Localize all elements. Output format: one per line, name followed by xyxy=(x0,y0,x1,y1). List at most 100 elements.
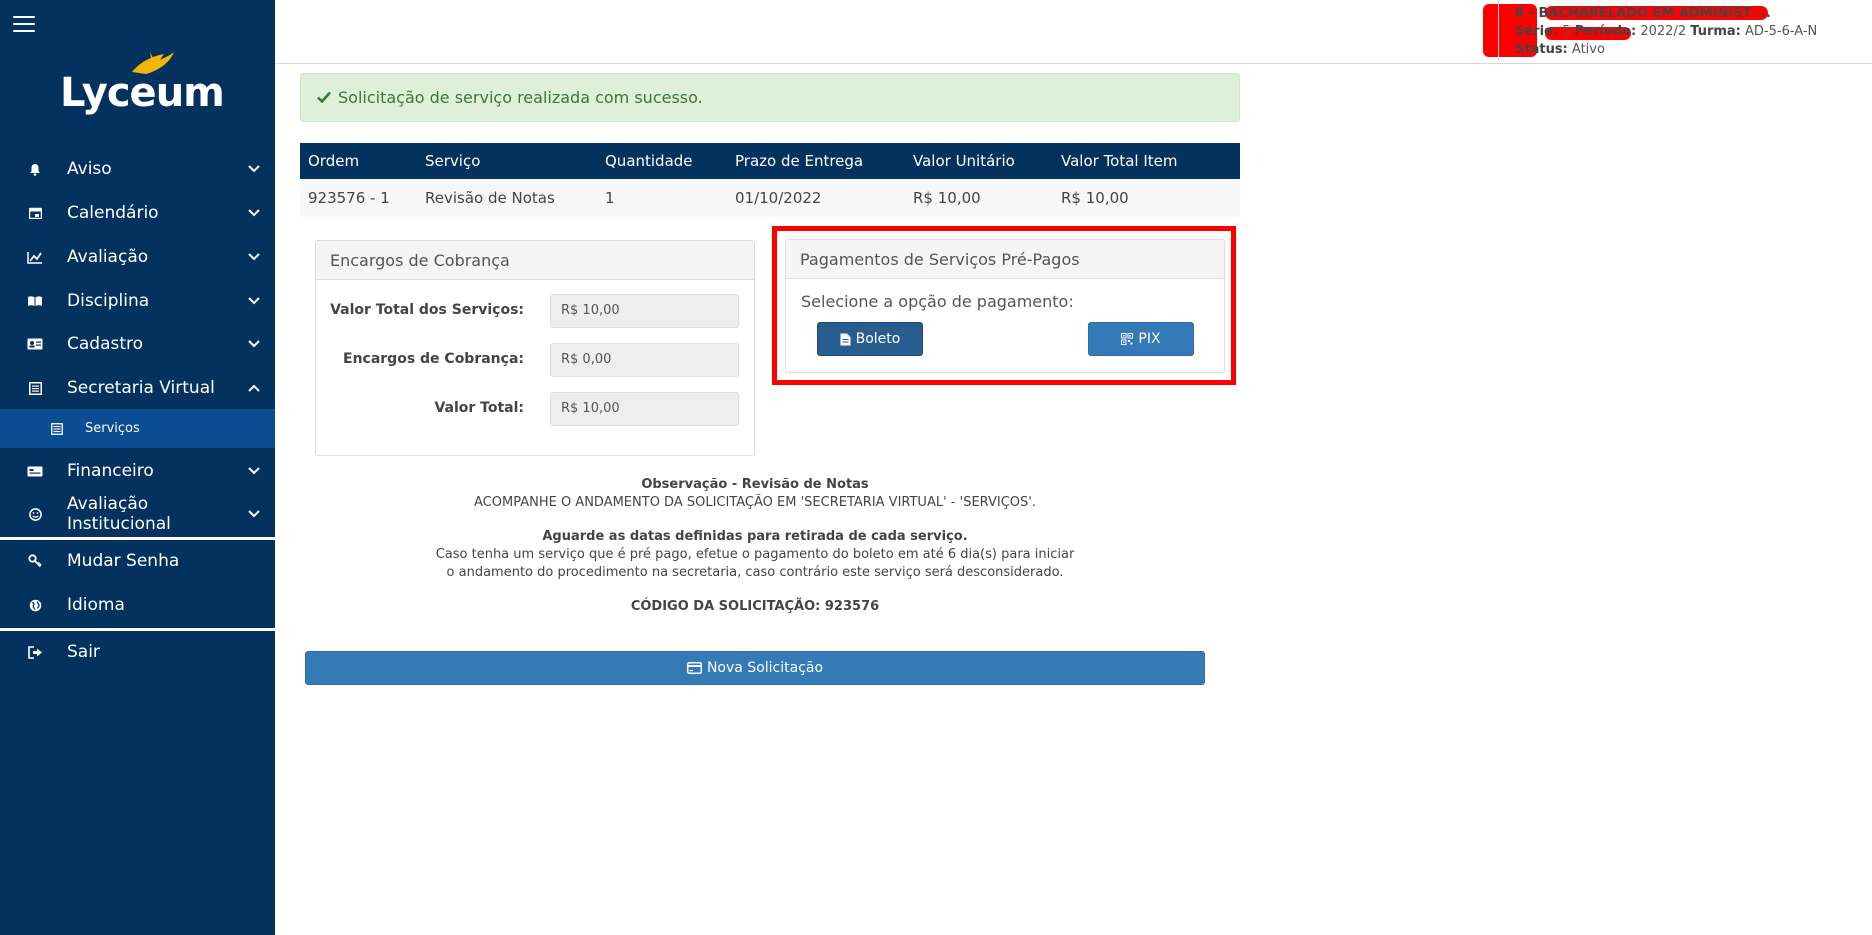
lyceum-logo[interactable]: Lyceum xyxy=(60,50,225,130)
chevron-down-icon xyxy=(247,250,261,264)
turma-label: Turma: xyxy=(1690,24,1741,39)
nova-solicitacao-button[interactable]: Nova Solicitação xyxy=(305,651,1205,685)
charge-label: Encargos de Cobrança: xyxy=(343,351,524,367)
hamburger-menu-icon[interactable] xyxy=(13,16,35,34)
chevron-down-icon xyxy=(247,162,261,176)
chevron-down-icon xyxy=(247,464,261,478)
file-icon xyxy=(840,333,851,345)
charge-row-valor-total: Valor Total: R$ 10,00 xyxy=(316,392,756,426)
sidebar-item-label: Avaliação Institucional xyxy=(67,494,171,534)
column-header: Valor Unitário xyxy=(913,152,1015,170)
sidebar-item-label: Mudar Senha xyxy=(67,551,180,571)
sidebar-item-label: Secretaria Virtual xyxy=(67,378,215,398)
charge-value-field: R$ 10,00 xyxy=(550,294,739,328)
course-name: 8 - BACHARELADO EM ADMINIST ... xyxy=(1515,6,1771,21)
chevron-up-icon xyxy=(247,381,261,395)
sidebar-item-label: Disciplina xyxy=(67,291,150,311)
sidebar-item-aviso[interactable]: Aviso xyxy=(0,149,275,189)
sidebar-subitem-servicos[interactable]: Serviços xyxy=(0,409,275,448)
column-header: Quantidade xyxy=(605,152,693,170)
nova-solicitacao-label: Nova Solicitação xyxy=(706,660,824,676)
observation-text: ACOMPANHE O ANDAMENTO DA SOLICITAÇÃO EM … xyxy=(474,495,1036,510)
column-header: Ordem xyxy=(308,152,360,170)
payment-prompt: Selecione a opção de pagamento: xyxy=(801,292,1074,311)
chevron-down-icon xyxy=(247,294,261,308)
pix-button[interactable]: PIX xyxy=(1088,322,1194,356)
chevron-down-icon xyxy=(247,206,261,220)
sidebar-item-calendario[interactable]: Calendário xyxy=(0,193,275,233)
sidebar-item-label: Aviso xyxy=(67,159,112,179)
sign-out-icon xyxy=(27,644,43,660)
sidebar-item-disciplina[interactable]: Disciplina xyxy=(0,281,275,321)
chevron-down-icon xyxy=(247,337,261,351)
sidebar-item-financeiro[interactable]: Financeiro xyxy=(0,451,275,491)
sidebar-item-mudar-senha[interactable]: Mudar Senha xyxy=(0,541,275,581)
sidebar-item-avaliacao[interactable]: Avaliação xyxy=(0,237,275,277)
sidebar: Lyceum Aviso Calendário Avaliação Discip… xyxy=(0,0,275,935)
await-title: Aguarde as datas definidas para retirada… xyxy=(542,529,968,544)
column-header: Prazo de Entrega xyxy=(735,152,864,170)
sidebar-item-label: Financeiro xyxy=(67,461,154,481)
request-code: CÓDIGO DA SOLICITAÇÃO: 923576 xyxy=(630,599,880,614)
sidebar-item-sair[interactable]: Sair xyxy=(0,632,275,672)
sidebar-item-label: Avaliação xyxy=(67,247,149,267)
logo-text: Lyceum xyxy=(60,70,225,116)
sidebar-divider xyxy=(0,537,275,540)
boleto-button[interactable]: Boleto xyxy=(817,322,923,356)
turma-value: AD-5-6-A-N xyxy=(1745,24,1818,39)
chevron-down-icon xyxy=(247,507,261,521)
payments-panel: Pagamentos de Serviços Pré-Pagos Selecio… xyxy=(785,239,1225,373)
status-value: Ativo xyxy=(1571,42,1605,57)
sidebar-divider xyxy=(0,628,275,631)
await-text: o andamento do procedimento na secretari… xyxy=(446,565,1064,580)
sidebar-item-idioma[interactable]: Idioma xyxy=(0,585,275,625)
charges-panel: Encargos de Cobrança Valor Total dos Ser… xyxy=(315,240,755,456)
smile-icon xyxy=(27,506,43,522)
payments-panel-title: Pagamentos de Serviços Pré-Pagos xyxy=(786,240,1224,279)
observation-block: Observação - Revisão de Notas ACOMPANHE … xyxy=(300,476,1210,616)
sidebar-item-label: Sair xyxy=(67,642,100,662)
services-table: Ordem Serviço Quantidade Prazo de Entreg… xyxy=(300,143,1240,217)
id-card-icon xyxy=(27,336,43,352)
sidebar-item-secretaria-virtual[interactable]: Secretaria Virtual xyxy=(0,368,275,408)
globe-icon xyxy=(27,597,43,613)
observation-title: Observação - Revisão de Notas xyxy=(641,477,869,492)
charge-value-field: R$ 10,00 xyxy=(550,392,739,426)
table-cell: 923576 - 1 xyxy=(308,189,390,207)
line-chart-icon xyxy=(27,249,43,265)
pix-button-label: PIX xyxy=(1138,331,1161,347)
column-header: Serviço xyxy=(425,152,481,170)
periodo-value: 2022/2 xyxy=(1640,24,1687,39)
book-icon xyxy=(27,293,43,309)
column-header: Valor Total Item xyxy=(1061,152,1178,170)
header-divider xyxy=(1498,0,1499,60)
top-header: 8 - BACHARELADO EM ADMINIST ... Série: 5… xyxy=(275,0,1872,64)
status-label: Status: xyxy=(1515,42,1568,57)
table-row: 923576 - 1 Revisão de Notas 1 01/10/2022… xyxy=(300,179,1240,217)
table-cell: 01/10/2022 xyxy=(735,189,822,207)
table-cell: R$ 10,00 xyxy=(1061,189,1129,207)
sidebar-subitem-label: Serviços xyxy=(85,421,140,436)
bell-icon xyxy=(27,161,43,177)
calendar-icon xyxy=(27,205,43,221)
key-icon xyxy=(27,553,43,569)
alert-message: Solicitação de serviço realizada com suc… xyxy=(338,88,703,107)
credit-card-icon xyxy=(687,662,702,674)
boleto-button-label: Boleto xyxy=(855,331,901,347)
sidebar-item-avaliacao-institucional[interactable]: Avaliação Institucional xyxy=(0,494,275,534)
periodo-label: Período: xyxy=(1574,24,1637,39)
check-icon xyxy=(317,88,331,107)
charge-value-field: R$ 0,00 xyxy=(550,343,739,377)
serie-label: Série: xyxy=(1515,24,1559,39)
table-header-row: Ordem Serviço Quantidade Prazo de Entreg… xyxy=(300,143,1240,179)
await-text: Caso tenha um serviço que é pré pago, ef… xyxy=(435,547,1075,562)
list-document-icon xyxy=(50,422,64,436)
sidebar-item-label: Calendário xyxy=(67,203,159,223)
charges-panel-title: Encargos de Cobrança xyxy=(316,241,754,280)
sidebar-item-label: Cadastro xyxy=(67,334,144,354)
table-cell: Revisão de Notas xyxy=(425,189,555,207)
sidebar-item-cadastro[interactable]: Cadastro xyxy=(0,324,275,364)
charge-row-encargos: Encargos de Cobrança: R$ 0,00 xyxy=(316,343,756,377)
success-alert: Solicitação de serviço realizada com suc… xyxy=(300,73,1240,122)
money-icon xyxy=(27,463,43,479)
